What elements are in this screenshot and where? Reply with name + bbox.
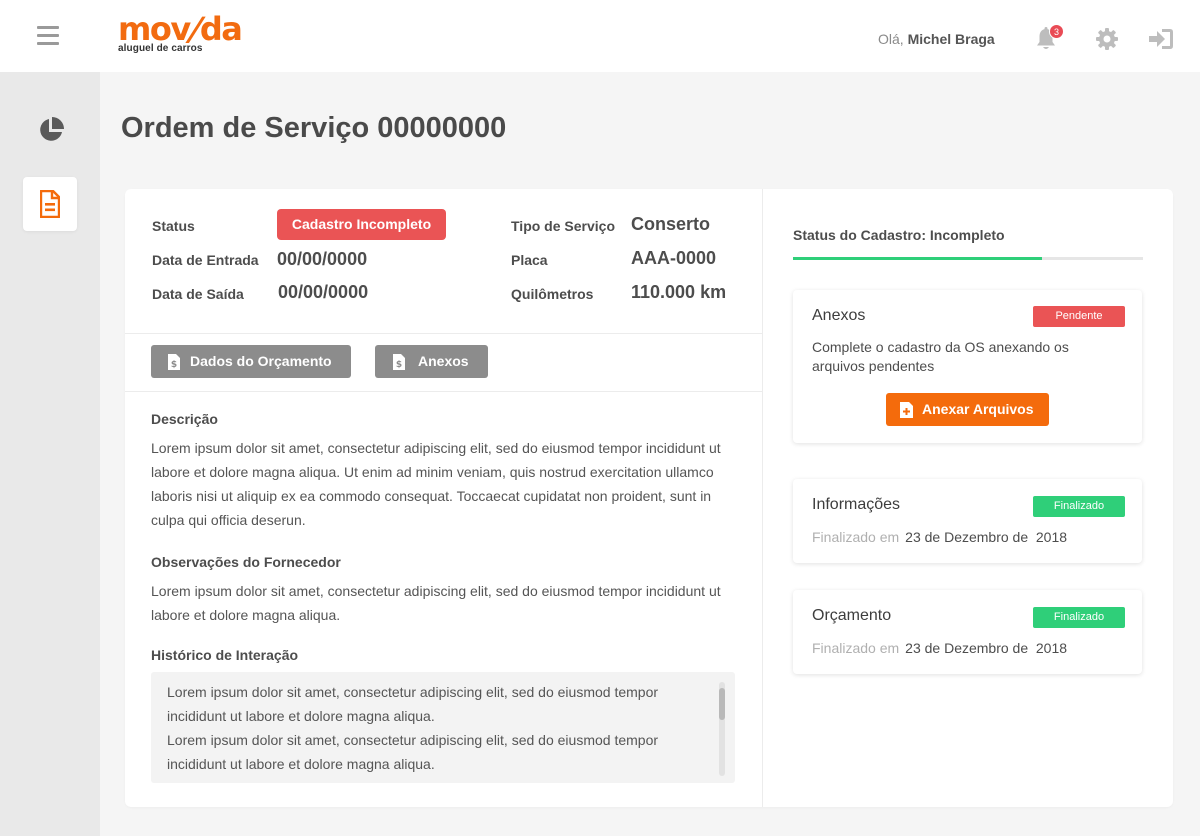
plate-value: AAA-0000 (631, 248, 717, 268)
bell-icon[interactable]: 3 (1034, 24, 1064, 52)
entry-date-value: 00/00/0000 (277, 249, 368, 269)
status-badge: Cadastro Incompleto (277, 209, 446, 240)
tab-budget-data-label: Dados do Orçamento (190, 353, 332, 369)
logo[interactable]: mov/da aluguel de carros (118, 10, 243, 60)
history-scrollbar[interactable] (719, 682, 725, 776)
history-title: Histórico de Interação (151, 647, 299, 663)
km-value: 110.000 km (631, 282, 727, 302)
gear-icon[interactable] (1095, 27, 1119, 51)
pending-badge: Pendente (1033, 306, 1125, 327)
svg-text:$: $ (396, 360, 402, 370)
budget-card: Orçamento Finalizado Finalizado em 23 de … (793, 590, 1142, 674)
history-box[interactable]: Lorem ipsum dolor sit amet, consectetur … (151, 672, 735, 783)
tab-attachments[interactable]: $ Anexos (375, 345, 488, 378)
supplier-notes-title: Observações do Fornecedor (151, 554, 341, 570)
budget-finished-line: Finalizado em 23 de Dezembro de 2018 (812, 640, 1067, 656)
scrollbar-thumb[interactable] (719, 688, 725, 720)
finished-date: 23 de Dezembro de 2018 (905, 529, 1068, 545)
information-card: Informações Finalizado Finalizado em 23 d… (793, 479, 1142, 563)
attachments-card: Anexos Pendente Complete o cadastro da O… (793, 290, 1142, 443)
entry-date-label: Data de Entrada (152, 252, 259, 268)
tab-budget-data[interactable]: $ Dados do Orçamento (151, 345, 351, 378)
description-title: Descrição (151, 411, 218, 427)
plate-label: Placa (511, 252, 548, 268)
user-name: Michel Braga (907, 31, 995, 47)
notification-count-badge: 3 (1049, 24, 1064, 39)
tab-attachments-label: Anexos (418, 353, 469, 369)
logout-icon[interactable] (1148, 27, 1174, 51)
menu-icon[interactable] (37, 26, 59, 46)
registration-progress-fill (793, 257, 1042, 260)
finished-date: 23 de Dezembro de 2018 (905, 640, 1068, 656)
service-type-label: Tipo de Serviço (511, 218, 615, 234)
information-card-title: Informações (812, 496, 901, 513)
divider (125, 391, 762, 392)
registration-status-title: Status do Cadastro: Incompleto (793, 227, 1005, 243)
budget-card-title: Orçamento (812, 607, 892, 624)
document-dollar-icon: $ (168, 354, 180, 370)
exit-date-label: Data de Saída (152, 286, 244, 302)
document-dollar-icon: $ (393, 354, 405, 370)
history-entry: Lorem ipsum dolor sit amet, consectetur … (167, 684, 659, 724)
attachments-card-title: Anexos (812, 307, 866, 324)
description-text: Lorem ipsum dolor sit amet, consectetur … (151, 440, 721, 528)
service-order-card: Status Cadastro Incompleto Data de Entra… (125, 189, 1173, 807)
logo-wordmark: mov/da (118, 10, 243, 48)
pie-chart-icon[interactable] (37, 116, 65, 144)
history-entry: Lorem ipsum dolor sit amet, consectetur … (167, 732, 659, 772)
km-label: Quilômetros (511, 286, 594, 302)
sidebar-item-service-orders[interactable] (23, 177, 77, 231)
page-title: Ordem de Serviço 00000000 (121, 112, 507, 144)
document-icon (40, 190, 60, 218)
information-finished-line: Finalizado em 23 de Dezembro de 2018 (812, 529, 1067, 545)
history-list: Lorem ipsum dolor sit amet, consectetur … (167, 680, 707, 776)
finished-prefix: Finalizado em (812, 640, 900, 656)
supplier-notes-text: Lorem ipsum dolor sit amet, consectetur … (151, 583, 721, 623)
service-type-value: Conserto (631, 214, 711, 234)
exit-date-value: 00/00/0000 (278, 282, 369, 302)
finished-badge: Finalizado (1033, 496, 1125, 517)
svg-text:$: $ (171, 360, 177, 370)
sidebar (0, 72, 100, 836)
vertical-divider (762, 189, 763, 807)
attach-files-button[interactable]: Anexar Arquivos (886, 393, 1049, 426)
divider (125, 333, 762, 334)
status-label: Status (152, 218, 195, 234)
attach-files-label: Anexar Arquivos (922, 401, 1034, 417)
finished-badge: Finalizado (1033, 607, 1125, 628)
user-greeting: Olá, Michel Braga (878, 31, 995, 47)
registration-progress-bar (793, 257, 1143, 260)
greeting-prefix: Olá, (878, 31, 904, 47)
top-bar: mov/da aluguel de carros Olá, Michel Bra… (0, 0, 1200, 72)
finished-prefix: Finalizado em (812, 529, 900, 545)
attachments-message: Complete o cadastro da OS anexando os ar… (812, 339, 1069, 374)
add-file-icon (900, 402, 913, 418)
